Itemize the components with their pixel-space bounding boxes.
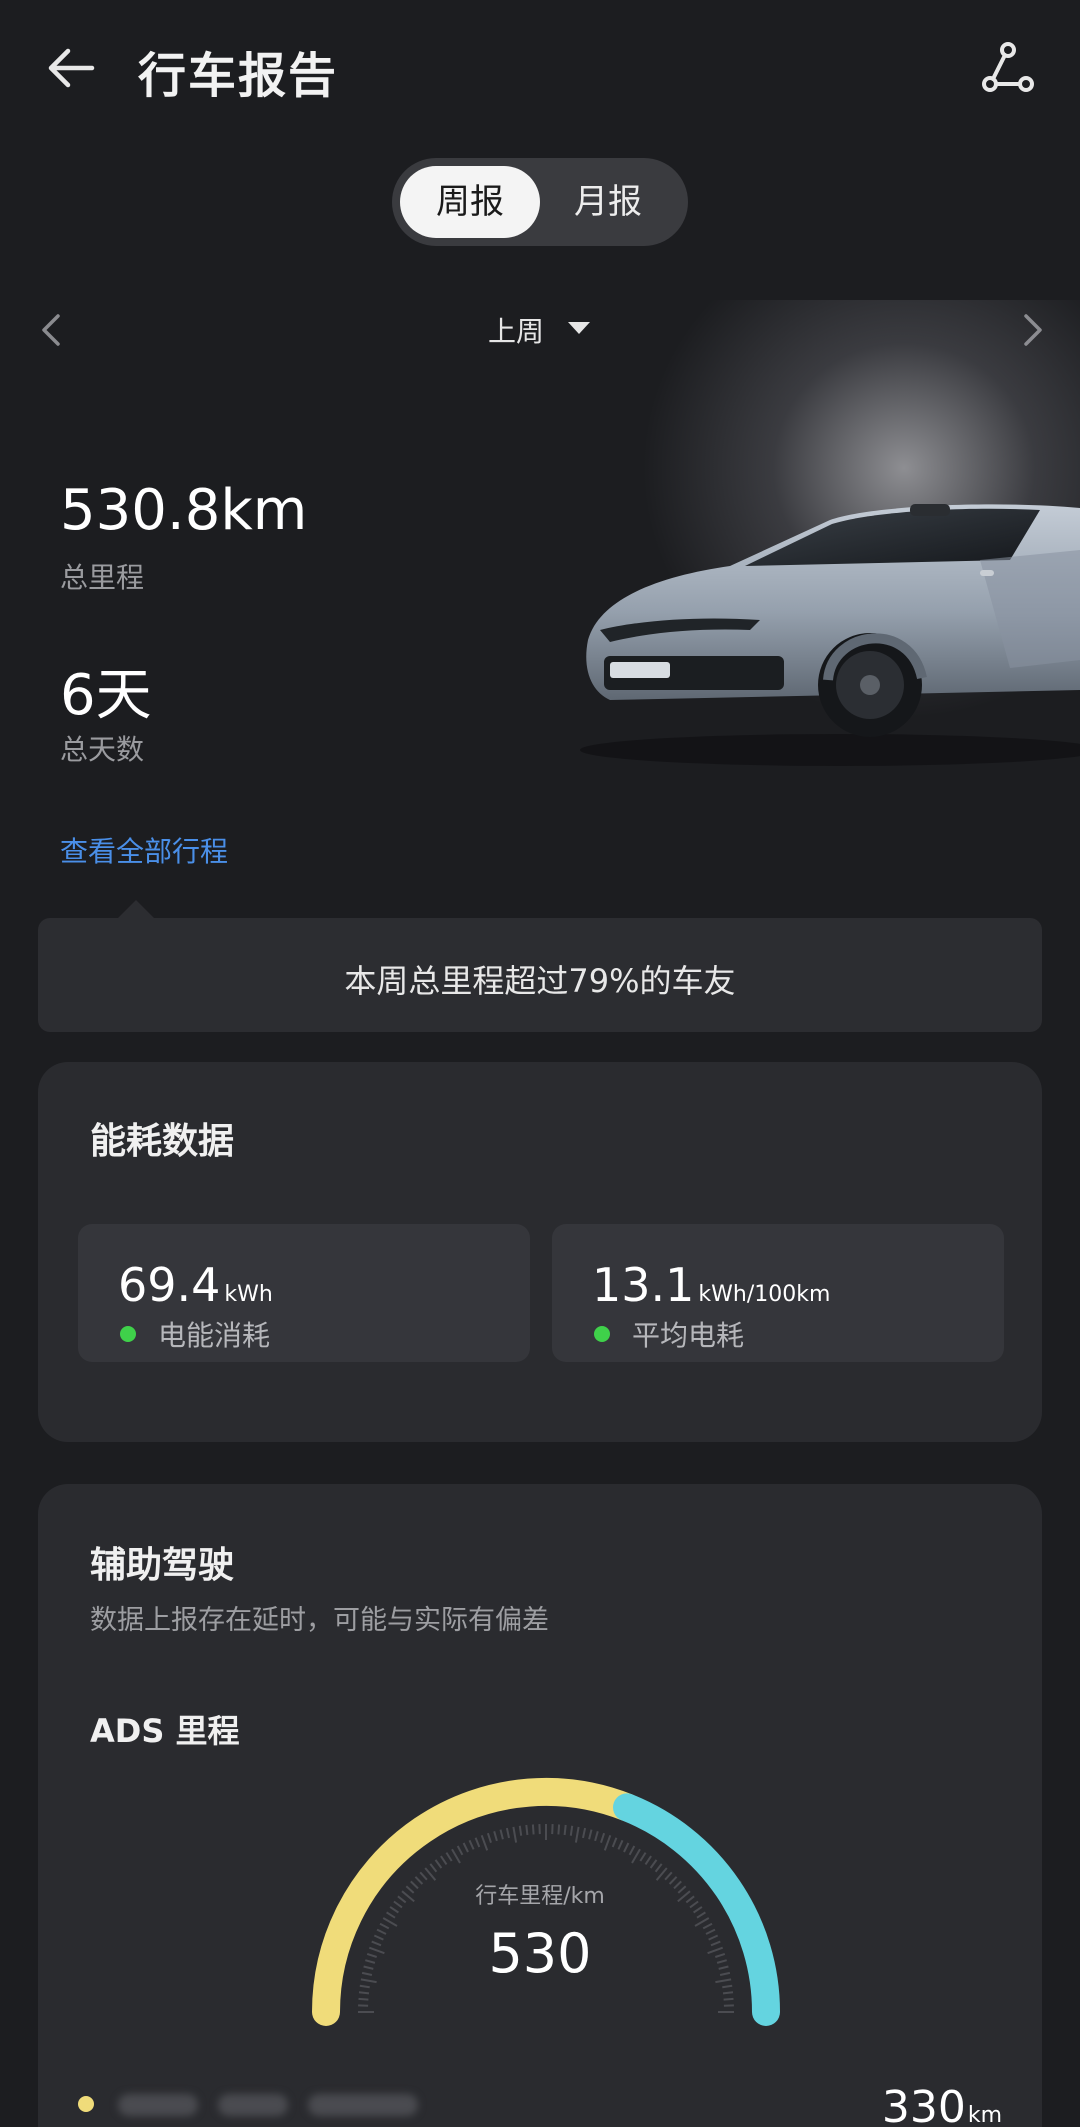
assisted-driving-card: 辅助驾驶 数据上报存在延时，可能与实际有偏差 ADS 里程 行车里程/km 53… (38, 1484, 1042, 2127)
gauge-tick (358, 1997, 369, 2001)
gauge-tick (723, 1997, 734, 2001)
comparison-text: 本周总里程超过79%的车友 (344, 962, 736, 1000)
gauge-tick (474, 1837, 481, 1848)
gauge-tick (563, 1824, 567, 1836)
blurred-legend-text (218, 2094, 288, 2116)
route-button[interactable] (976, 36, 1040, 100)
chevron-left-icon (42, 314, 60, 346)
total-days-value: 6天 (60, 663, 152, 728)
header-bar: 行车报告 (0, 0, 1080, 140)
gauge-tick (582, 1827, 587, 1839)
gauge-tick (499, 1829, 504, 1840)
gauge-tick (631, 1848, 641, 1864)
gauge-label: 行车里程/km (475, 1884, 605, 1909)
gauge-tick (486, 1832, 492, 1844)
gauge-tick (456, 1845, 464, 1856)
gauge-tick (359, 1984, 370, 1989)
gauge-tick (518, 1825, 523, 1836)
gauge-tick (649, 1859, 658, 1869)
energy-consumption-tile: 69.4 kWh 电能消耗 (78, 1224, 530, 1362)
gauge-tick (445, 1852, 453, 1862)
gauge-tick (480, 1834, 489, 1851)
assisted-driving-title: 辅助驾驶 (90, 1545, 235, 1586)
average-consumption-tile: 13.1 kWh/100km 平均电耗 (552, 1224, 1004, 1362)
total-distance-label: 总里程 (60, 561, 145, 594)
gauge-tick (468, 1839, 475, 1850)
gauge-tick (594, 1831, 599, 1842)
gauge-tick (569, 1825, 574, 1836)
gauge-tick (654, 1863, 663, 1873)
previous-period-button[interactable] (30, 308, 74, 352)
banner-pointer (118, 900, 154, 918)
gauge-tick (628, 1845, 636, 1856)
gauge-tick (574, 1826, 580, 1843)
average-consumption-label: 平均电耗 (632, 1319, 745, 1352)
gauge-tick (434, 1859, 443, 1869)
route-icon (982, 42, 1034, 92)
back-button[interactable] (40, 36, 104, 100)
status-dot (120, 1326, 136, 1342)
gauge-tick (557, 1824, 561, 1835)
total-days-label: 总天数 (60, 733, 145, 766)
gauge-tick (617, 1839, 624, 1850)
energy-consumption-value: 69.4 kWh (118, 1258, 273, 1312)
gauge-tick (440, 1855, 448, 1865)
gauge-legend (78, 2090, 438, 2120)
blurred-legend-text (308, 2094, 418, 2116)
car-image (580, 504, 1080, 766)
energy-card: 能耗数据 69.4 kWh 电能消耗 13.1 kWh/100km 平均电耗 (38, 1062, 1042, 1442)
gauge-tick (429, 1863, 438, 1873)
gauge-tick (722, 1984, 733, 1989)
gauge-tick (644, 1855, 652, 1865)
caret-down-icon[interactable] (568, 322, 590, 334)
status-dot (594, 1326, 610, 1342)
ads-mileage-title: ADS 里程 (90, 1712, 240, 1750)
view-all-trips-link[interactable]: 查看全部行程 (60, 830, 228, 870)
blurred-legend-text (118, 2094, 198, 2116)
gauge-tick (600, 1832, 606, 1844)
period-label[interactable]: 上周 (488, 310, 544, 350)
tab-monthly[interactable]: 月报 (538, 166, 678, 238)
gauge-tick (525, 1824, 529, 1836)
tab-weekly[interactable]: 周报 (400, 166, 540, 238)
average-consumption-value: 13.1 kWh/100km (592, 1258, 831, 1312)
comparison-banner: 本周总里程超过79%的车友 (38, 918, 1042, 1032)
gauge-tick (611, 1837, 618, 1848)
gauge-tick (588, 1829, 593, 1840)
page-title: 行车报告 (138, 48, 339, 104)
gauge-tick (512, 1826, 518, 1843)
gauge-tick (505, 1827, 510, 1839)
arrow-left-icon (48, 48, 95, 88)
gauge-tick (531, 1824, 535, 1835)
energy-consumption-label: 电能消耗 (158, 1319, 271, 1352)
gauge-tick (493, 1831, 498, 1842)
gauge-tick (462, 1842, 469, 1853)
data-delay-note: 数据上报存在延时，可能与实际有偏差 (90, 1605, 549, 1636)
ads-total-distance: 330km (881, 2082, 1002, 2127)
gauge-tick (358, 1991, 370, 1995)
gauge-total-value: 530 (488, 1922, 592, 1985)
ads-legend-dot (78, 2096, 94, 2112)
gauge-tick (386, 1911, 396, 1919)
total-distance-value: 530.8km (60, 478, 308, 543)
gauge-tick (603, 1834, 612, 1851)
gauge-tick (639, 1852, 647, 1862)
gauge-tick (722, 1991, 734, 1995)
gauge-tick (696, 1911, 706, 1919)
energy-card-title: 能耗数据 (90, 1121, 235, 1162)
report-period-toggle: 周报 月报 (392, 158, 688, 246)
gauge-tick (623, 1842, 630, 1853)
gauge-tick (451, 1848, 461, 1864)
